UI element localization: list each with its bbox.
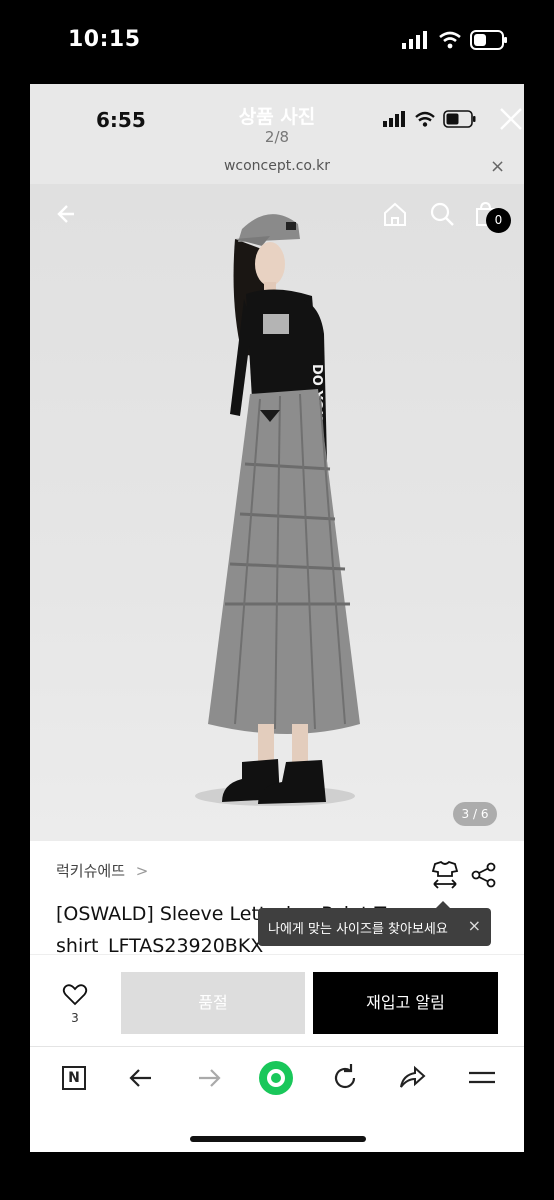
battery-icon [470,30,507,50]
soldout-button[interactable]: 품절 [121,972,305,1034]
restock-alert-button[interactable]: 재입고 알림 [313,972,498,1034]
browser-forward-icon[interactable] [192,1061,226,1095]
viewer-counter: 2/8 [264,128,290,146]
viewer-header: 6:55 상품 사진 2/8 wconcept.co.kr × [30,84,524,184]
outer-status-icons [402,30,508,50]
home-icon[interactable] [381,200,409,228]
browser-back-icon[interactable] [124,1061,158,1095]
screenshot-viewer: 6:55 상품 사진 2/8 wconcept.co.kr × 0 3 / 6 … [30,84,524,1152]
purchase-action-bar: 3 품절 재입고 알림 [30,954,524,1046]
menu-icon[interactable] [465,1061,499,1095]
like-count: 3 [71,1011,79,1025]
size-fit-icon[interactable] [431,860,459,890]
inner-status-icons [383,110,477,128]
wifi-icon [439,31,461,49]
share-icon[interactable] [470,861,498,889]
tooltip-tail [436,901,450,908]
cart-count-badge: 0 [486,208,511,233]
browser-toolbar: N [30,1046,524,1152]
chevron-right-icon: > [135,862,149,880]
heart-icon[interactable] [62,983,88,1007]
home-indicator [190,1136,366,1142]
browser-share-icon[interactable] [395,1061,429,1095]
tooltip-text: 나에게 맞는 사이즈를 찾아보세요 [268,921,448,937]
brand-link[interactable]: 럭키슈에뜨 > [56,860,148,881]
inner-battery-icon [443,110,476,128]
url-close-button[interactable]: × [490,156,505,177]
size-tooltip: 나에게 맞는 사이즈를 찾아보세요 × [258,901,491,946]
outer-time: 10:15 [68,27,141,52]
naver-icon[interactable]: N [57,1061,91,1095]
product-photo[interactable]: DO YOU FEEL? [30,184,524,841]
refresh-icon[interactable] [328,1061,362,1095]
naver-letter: N [62,1066,86,1090]
signal-icon [402,31,427,49]
viewer-close-icon[interactable] [498,106,524,132]
tooltip-close-button[interactable]: × [468,916,481,935]
brand-name: 럭키슈에뜨 [56,862,126,880]
url-text: wconcept.co.kr [223,158,331,174]
outer-status-bar: 10:15 [0,0,554,84]
search-icon[interactable] [428,200,456,228]
back-arrow-icon[interactable] [54,200,82,228]
image-counter: 3 / 6 [453,802,497,826]
inner-wifi-icon [415,111,435,127]
model-illustration: DO YOU FEEL? [195,214,360,806]
green-home-icon[interactable] [259,1061,293,1095]
inner-signal-icon [383,111,405,127]
